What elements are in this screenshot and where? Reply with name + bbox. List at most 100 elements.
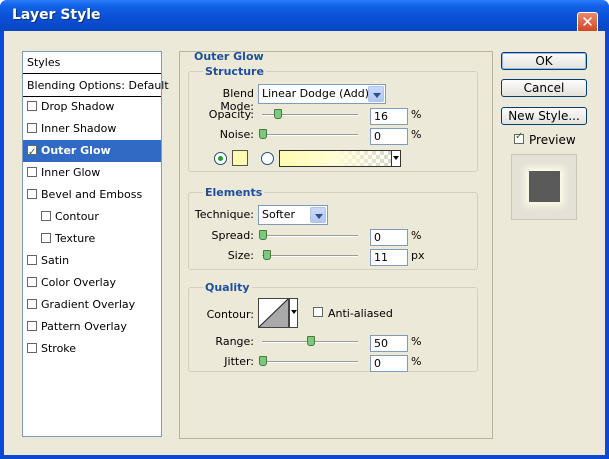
style-item-stroke[interactable]: Stroke bbox=[23, 338, 161, 360]
panel-title: Outer Glow bbox=[194, 50, 264, 63]
styles-header[interactable]: Styles bbox=[23, 52, 161, 74]
anti-aliased-checkbox[interactable] bbox=[313, 307, 323, 317]
chevron-down-icon[interactable] bbox=[310, 207, 326, 223]
style-item-contour[interactable]: Contour bbox=[23, 206, 161, 228]
technique-label: Technique: bbox=[194, 208, 254, 221]
technique-select[interactable]: Softer bbox=[258, 205, 328, 225]
style-item-inner-shadow[interactable]: Inner Shadow bbox=[23, 118, 161, 140]
quality-title: Quality bbox=[203, 281, 252, 294]
style-item-color-overlay[interactable]: Color Overlay bbox=[23, 272, 161, 294]
style-item-checkbox[interactable] bbox=[27, 142, 37, 164]
style-item-checkbox[interactable] bbox=[27, 101, 37, 111]
preview-square bbox=[529, 171, 560, 202]
glow-gradient-picker[interactable] bbox=[279, 150, 401, 167]
style-item-checkbox[interactable] bbox=[27, 167, 37, 177]
ok-button[interactable]: OK bbox=[501, 52, 587, 70]
style-item-label: Inner Shadow bbox=[41, 122, 117, 135]
style-item-checkbox[interactable] bbox=[27, 277, 37, 287]
style-item-label: Gradient Overlay bbox=[41, 298, 136, 311]
style-item-texture[interactable]: Texture bbox=[23, 228, 161, 250]
spread-label: Spread: bbox=[211, 229, 254, 242]
range-field[interactable]: 50 bbox=[370, 335, 408, 352]
style-item-label: Inner Glow bbox=[41, 166, 101, 179]
solid-color-radio[interactable] bbox=[214, 152, 227, 165]
style-item-checkbox[interactable] bbox=[41, 211, 51, 221]
style-item-label: Satin bbox=[41, 254, 70, 267]
noise-label: Noise: bbox=[219, 128, 254, 141]
opacity-slider-thumb[interactable] bbox=[274, 109, 283, 119]
style-item-checkbox[interactable] bbox=[27, 189, 37, 199]
style-item-outer-glow[interactable]: Outer Glow bbox=[23, 140, 161, 164]
styles-list: Styles Blending Options: Default Drop Sh… bbox=[22, 51, 169, 437]
chevron-down-icon[interactable] bbox=[368, 86, 384, 102]
noise-unit: % bbox=[411, 128, 422, 141]
range-label: Range: bbox=[215, 335, 254, 348]
style-item-label: Contour bbox=[55, 210, 99, 223]
close-icon: ✕ bbox=[581, 13, 594, 31]
preview-checkbox[interactable] bbox=[514, 131, 524, 144]
size-label: Size: bbox=[227, 249, 254, 262]
cancel-button[interactable]: Cancel bbox=[501, 79, 587, 97]
gradient-dropdown-icon[interactable] bbox=[391, 151, 400, 166]
technique-value: Softer bbox=[262, 208, 295, 221]
jitter-slider[interactable] bbox=[262, 361, 358, 363]
style-item-label: Outer Glow bbox=[41, 144, 111, 157]
size-field[interactable]: 11 bbox=[370, 249, 408, 266]
style-item-bevel-and-emboss[interactable]: Bevel and Emboss bbox=[23, 184, 161, 206]
contour-curve-icon bbox=[259, 299, 288, 327]
noise-slider-thumb[interactable] bbox=[259, 129, 267, 139]
new-style-button[interactable]: New Style... bbox=[501, 107, 587, 125]
opacity-unit: % bbox=[411, 108, 422, 121]
anti-aliased-label: Anti-aliased bbox=[328, 307, 393, 320]
opacity-field[interactable]: 16 bbox=[370, 108, 408, 125]
dialog-client-area: Styles Blending Options: Default Drop Sh… bbox=[4, 31, 605, 455]
style-item-checkbox[interactable] bbox=[27, 299, 37, 309]
style-item-pattern-overlay[interactable]: Pattern Overlay bbox=[23, 316, 161, 338]
size-slider-thumb[interactable] bbox=[262, 250, 271, 260]
style-item-drop-shadow[interactable]: Drop Shadow bbox=[23, 96, 161, 118]
style-item-checkbox[interactable] bbox=[27, 321, 37, 331]
style-item-label: Drop Shadow bbox=[41, 100, 115, 113]
spread-slider-thumb[interactable] bbox=[259, 230, 267, 240]
style-item-label: Color Overlay bbox=[41, 276, 116, 289]
style-item-label: Texture bbox=[55, 232, 96, 245]
contour-label: Contour: bbox=[206, 308, 254, 321]
size-slider[interactable] bbox=[262, 255, 358, 257]
spread-slider[interactable] bbox=[262, 235, 358, 237]
style-item-satin[interactable]: Satin bbox=[23, 250, 161, 272]
spread-field[interactable]: 0 bbox=[370, 229, 408, 246]
jitter-unit: % bbox=[411, 355, 422, 368]
contour-preview[interactable] bbox=[258, 298, 289, 328]
style-item-gradient-overlay[interactable]: Gradient Overlay bbox=[23, 294, 161, 316]
noise-field[interactable]: 0 bbox=[370, 128, 408, 145]
jitter-field[interactable]: 0 bbox=[370, 355, 408, 372]
jitter-slider-thumb[interactable] bbox=[259, 356, 267, 366]
glow-color-swatch[interactable] bbox=[232, 150, 248, 166]
style-item-checkbox[interactable] bbox=[41, 233, 51, 243]
style-item-checkbox[interactable] bbox=[27, 343, 37, 353]
preview-thumbnail bbox=[511, 154, 577, 220]
range-slider-thumb[interactable] bbox=[307, 336, 315, 346]
blending-options-item[interactable]: Blending Options: Default bbox=[23, 75, 169, 97]
noise-slider[interactable] bbox=[262, 134, 358, 136]
blend-mode-select[interactable]: Linear Dodge (Add) bbox=[258, 84, 386, 104]
elements-title: Elements bbox=[203, 186, 265, 199]
window-title: Layer Style bbox=[12, 7, 101, 23]
size-unit: px bbox=[411, 249, 425, 262]
range-unit: % bbox=[411, 335, 422, 348]
close-button[interactable]: ✕ bbox=[577, 12, 598, 33]
style-item-label: Bevel and Emboss bbox=[41, 188, 143, 201]
preview-label: Preview bbox=[529, 133, 576, 147]
title-bar[interactable]: Layer Style ✕ bbox=[0, 0, 609, 33]
structure-title: Structure bbox=[203, 65, 266, 78]
jitter-label: Jitter: bbox=[224, 355, 254, 368]
opacity-label: Opacity: bbox=[208, 108, 254, 121]
style-item-checkbox[interactable] bbox=[27, 123, 37, 133]
gradient-radio[interactable] bbox=[261, 152, 274, 165]
spread-unit: % bbox=[411, 229, 422, 242]
blend-mode-value: Linear Dodge (Add) bbox=[262, 87, 369, 100]
style-item-inner-glow[interactable]: Inner Glow bbox=[23, 162, 161, 184]
contour-dropdown-icon[interactable] bbox=[289, 298, 298, 328]
layer-style-window: Layer Style ✕ Styles Blending Options: D… bbox=[0, 0, 609, 459]
style-item-checkbox[interactable] bbox=[27, 255, 37, 265]
